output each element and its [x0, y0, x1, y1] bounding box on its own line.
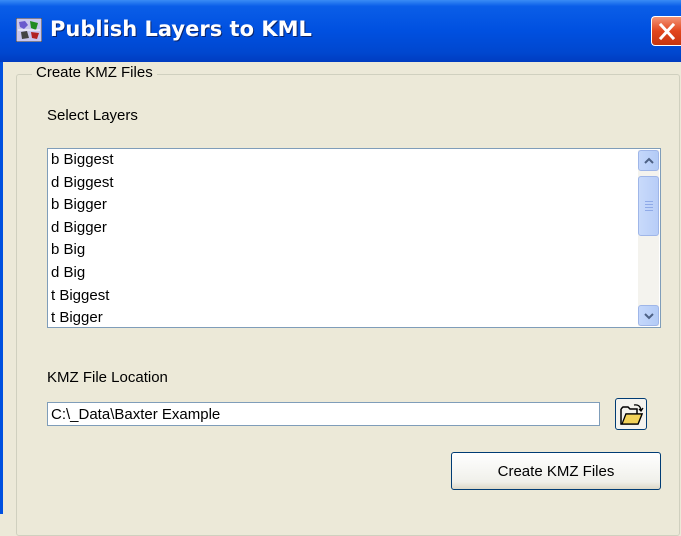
- thumb-grip: [645, 207, 653, 208]
- scrollbar-thumb[interactable]: [638, 176, 659, 236]
- vertical-scrollbar[interactable]: [638, 150, 659, 326]
- chevron-up-icon: [644, 157, 654, 164]
- browse-folder-button[interactable]: [615, 398, 647, 430]
- create-kmz-files-button[interactable]: Create KMZ Files: [451, 452, 661, 490]
- title-bar[interactable]: Publish Layers to KML: [0, 0, 681, 62]
- list-item[interactable]: b Biggest: [48, 149, 660, 172]
- chevron-down-icon: [644, 313, 654, 320]
- list-item[interactable]: b Bigger: [48, 194, 660, 217]
- list-item[interactable]: b Big: [48, 239, 660, 262]
- groupbox-legend: Create KMZ Files: [32, 64, 157, 81]
- select-layers-label: Select Layers: [47, 107, 138, 124]
- list-item[interactable]: t Bigger: [48, 307, 660, 327]
- window-title: Publish Layers to KML: [50, 17, 312, 41]
- open-folder-icon: [620, 404, 644, 425]
- publish-layers-dialog: Publish Layers to KML Create KMZ Files S…: [0, 0, 681, 536]
- dialog-body: Create KMZ Files Select Layers b Biggest…: [3, 62, 681, 536]
- list-item[interactable]: d Bigger: [48, 217, 660, 240]
- list-item[interactable]: t Biggest: [48, 285, 660, 308]
- list-item[interactable]: d Biggest: [48, 172, 660, 195]
- thumb-grip: [645, 204, 653, 205]
- close-button[interactable]: [651, 16, 681, 46]
- close-icon: [658, 22, 676, 41]
- map-globe-icon: [16, 18, 42, 42]
- kmz-file-location-label: KMZ File Location: [47, 369, 168, 386]
- layers-listbox[interactable]: b Biggest d Biggest b Bigger d Bigger b …: [47, 148, 661, 328]
- thumb-grip: [645, 201, 653, 202]
- scroll-up-button[interactable]: [638, 150, 659, 171]
- kmz-location-input[interactable]: [47, 402, 600, 426]
- thumb-grip: [645, 210, 653, 211]
- list-item[interactable]: d Big: [48, 262, 660, 285]
- scroll-down-button[interactable]: [638, 305, 659, 326]
